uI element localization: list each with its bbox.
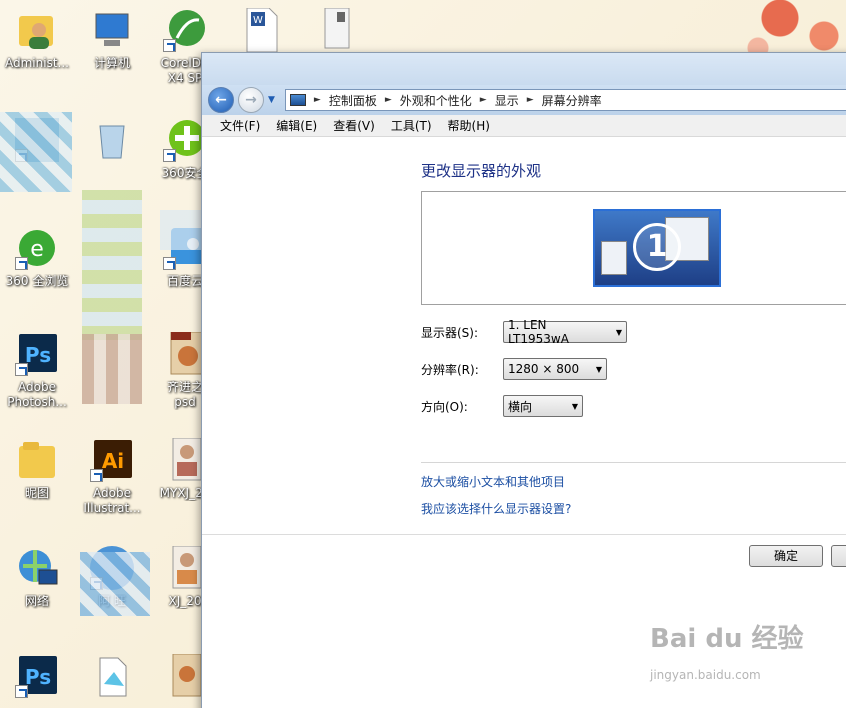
menu-tools[interactable]: 工具(T): [383, 117, 440, 134]
display-row: 显示器(S): 1. LEN LT1953wA ▼: [421, 318, 627, 346]
resolution-label: 分辨率(R):: [421, 362, 479, 377]
navigation-bar: ← → ▼ ► 控制面板 ► 外观和个性化 ► 显示 ► 屏幕分辨率: [202, 85, 846, 115]
desktop-icon-network[interactable]: 网络: [0, 546, 74, 609]
breadcrumb-control-panel[interactable]: 控制面板: [329, 92, 377, 109]
chevron-down-icon: ▼: [615, 327, 622, 337]
svg-text:Ps: Ps: [25, 665, 51, 689]
orientation-row: 方向(O): 横向 ▼: [421, 395, 583, 417]
desktop-icon-photoshop[interactable]: Ps Adobe Photosh...: [0, 332, 74, 410]
desktop-icon-illustrator[interactable]: Ai Adobe Illustrat...: [75, 438, 149, 516]
desktop-icon-recycle-bin[interactable]: [75, 118, 149, 162]
chevron-down-icon: ▼: [571, 401, 578, 411]
breadcrumb-display[interactable]: 显示: [495, 92, 519, 109]
illustrator-icon: Ai: [90, 438, 134, 482]
forward-arrow-icon: →: [245, 92, 257, 108]
file-icon: [90, 654, 134, 698]
pixelated-area: [0, 112, 72, 192]
svg-text:e: e: [30, 237, 44, 262]
desktop-icon-label-line2: Illustrat...: [83, 501, 141, 515]
section-divider: [421, 462, 846, 463]
folder-icon: [15, 438, 59, 482]
baidu-watermark: Bai du 经验: [650, 624, 804, 654]
word-document-icon: W: [237, 7, 281, 53]
desktop-icon-label: Adobe: [93, 486, 131, 500]
menu-edit[interactable]: 编辑(E): [268, 117, 325, 134]
desktop-icon-label: 计算机: [93, 56, 130, 70]
resolution-row: 分辨率(R): 1280 × 800 ▼: [421, 358, 607, 380]
chevron-right-icon[interactable]: ►: [480, 95, 487, 105]
desktop-icon-document-thumbnail[interactable]: [298, 7, 372, 52]
window-titlebar[interactable]: [202, 53, 846, 85]
text-size-link[interactable]: 放大或缩小文本和其他项目: [421, 473, 565, 490]
screen-resolution-window: ← → ▼ ► 控制面板 ► 外观和个性化 ► 显示 ► 屏幕分辨率 文件(F)…: [201, 52, 846, 708]
monitor-preview: 1: [421, 191, 846, 305]
desktop-wallpaper-blossom: [736, 0, 846, 60]
computer-icon: [90, 8, 134, 52]
cancel-button-partial[interactable]: [831, 545, 846, 567]
svg-text:Ps: Ps: [25, 343, 51, 367]
svg-text:Ai: Ai: [102, 449, 124, 473]
desktop-icon-administrator[interactable]: Administ...: [0, 8, 74, 71]
recycle-bin-icon: [90, 118, 134, 162]
resolution-select-value: 1280 × 800: [508, 362, 580, 376]
desktop-icon-label: Adobe: [18, 380, 56, 394]
menu-bar: 文件(F) 编辑(E) 查看(V) 工具(T) 帮助(H): [202, 115, 846, 137]
pixelated-area: [82, 334, 142, 404]
menu-view[interactable]: 查看(V): [325, 117, 383, 134]
control-panel-icon: [289, 94, 306, 106]
chevron-down-icon: ▼: [595, 364, 602, 374]
desktop-icon-computer[interactable]: 计算机: [75, 8, 149, 71]
address-bar[interactable]: ► 控制面板 ► 外观和个性化 ► 显示 ► 屏幕分辨率: [284, 89, 846, 111]
desktop-icon-360-browser[interactable]: e 360 全浏览: [0, 226, 74, 289]
orientation-select-value: 横向: [508, 399, 533, 414]
desktop-icon-label: 360 全浏览: [5, 274, 69, 288]
baidu-watermark-url: jingyan.baidu.com: [650, 668, 761, 682]
desktop-icon-folder[interactable]: 昵图: [0, 438, 74, 501]
resolution-select[interactable]: 1280 × 800 ▼: [503, 358, 607, 380]
svg-text:W: W: [253, 15, 263, 26]
forward-button[interactable]: →: [238, 87, 264, 113]
orientation-label: 方向(O):: [421, 399, 468, 414]
monitor-number: 1: [633, 223, 681, 271]
pixelated-area: [82, 190, 142, 340]
chevron-right-icon[interactable]: ►: [314, 95, 321, 105]
display-label: 显示器(S):: [421, 325, 479, 340]
display-select-value: 1. LEN LT1953wA: [508, 318, 569, 346]
orientation-select[interactable]: 横向 ▼: [503, 395, 583, 417]
monitor-1-icon[interactable]: 1: [593, 209, 721, 287]
page-title: 更改显示器的外观: [421, 162, 542, 180]
desktop-icon-label-line2: Photosh...: [7, 395, 67, 409]
pixelated-area: [80, 552, 150, 616]
desktop-icon-label: Administ...: [5, 56, 69, 70]
desktop-icon-photoshop-2[interactable]: Ps: [0, 654, 74, 698]
window-thumbnail: [601, 241, 627, 275]
chevron-right-icon[interactable]: ►: [527, 95, 534, 105]
network-icon: [15, 546, 59, 590]
footer-divider: [202, 534, 846, 535]
user-folder-icon: [15, 8, 59, 52]
display-settings-help-link[interactable]: 我应该选择什么显示器设置?: [421, 500, 571, 517]
desktop-icon-label: 昵图: [24, 486, 49, 500]
recent-pages-dropdown-icon[interactable]: ▼: [268, 95, 275, 105]
menu-help[interactable]: 帮助(H): [440, 117, 498, 134]
ok-button[interactable]: 确定: [749, 545, 823, 567]
back-arrow-icon: ←: [215, 92, 227, 108]
desktop-icon-file[interactable]: [75, 654, 149, 698]
desktop-icon-word-document[interactable]: W: [222, 7, 296, 53]
chevron-right-icon[interactable]: ►: [385, 95, 392, 105]
pixelated-area: [160, 210, 204, 250]
display-select[interactable]: 1. LEN LT1953wA ▼: [503, 318, 627, 346]
360-browser-icon: e: [15, 226, 59, 270]
back-button[interactable]: ←: [208, 87, 234, 113]
photoshop-icon: Ps: [15, 332, 59, 376]
menu-file[interactable]: 文件(F): [212, 117, 268, 134]
document-thumbnail-icon: [313, 7, 357, 52]
breadcrumb-appearance[interactable]: 外观和个性化: [400, 92, 472, 109]
coreldraw-icon: [163, 8, 207, 52]
breadcrumb-screen-resolution[interactable]: 屏幕分辨率: [542, 92, 602, 109]
desktop-icon-label: 网络: [24, 594, 49, 608]
photoshop-icon-2: Ps: [15, 654, 59, 698]
